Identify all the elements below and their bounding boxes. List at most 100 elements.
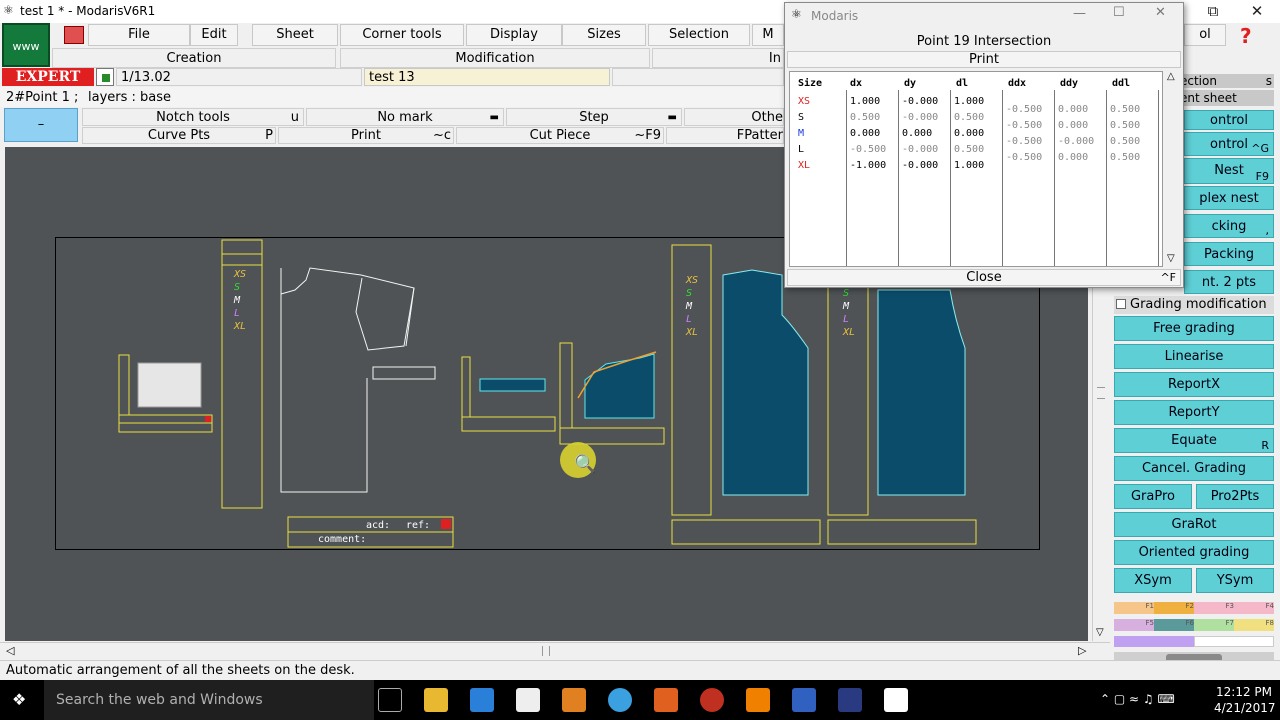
vlc-icon[interactable]	[746, 688, 770, 712]
table-cell: -0.500	[850, 144, 887, 155]
table-cell: -0.000	[902, 96, 939, 107]
grading-checkbox[interactable]	[1116, 299, 1126, 309]
right-top-item-6[interactable]: cking,	[1184, 214, 1274, 238]
f4-key[interactable]: F4	[1234, 602, 1274, 614]
browser-icon[interactable]	[608, 688, 632, 712]
right-top-item-7[interactable]: Packing	[1184, 242, 1274, 266]
linearise-button[interactable]: Linearise	[1114, 344, 1274, 369]
modaris-task-icon[interactable]	[792, 688, 816, 712]
col-ddx-header: ddx	[1008, 78, 1027, 89]
right-top-item-1[interactable]: ent sheet	[1180, 90, 1274, 106]
taskbar-search[interactable]: Search the web and Windows	[44, 680, 374, 720]
size-xl-label: XL	[234, 321, 247, 332]
scroll-right-icon[interactable]: ▷	[1078, 644, 1086, 657]
table-cell: -0.500	[1006, 120, 1043, 131]
col-dx-header: dx	[850, 78, 863, 89]
size-s-label: S	[843, 288, 850, 299]
f2-key[interactable]: F2	[1154, 602, 1194, 614]
scroll-thumb[interactable]	[1097, 387, 1105, 399]
media-player-icon[interactable]	[562, 688, 586, 712]
table-cell: 1.000	[954, 96, 985, 107]
dialog-header: Point 19 Intersection	[916, 34, 1052, 49]
button-label: ReportY	[1168, 405, 1220, 420]
table-cell: -0.500	[1006, 136, 1043, 147]
dy-column: -0.000 -0.000 0.000 -0.000 -0.000	[902, 94, 938, 174]
table-cell: 0.500	[1110, 136, 1141, 147]
store-icon[interactable]	[516, 688, 540, 712]
presentation-icon[interactable]	[700, 688, 724, 712]
grapro-button[interactable]: GraPro	[1114, 484, 1192, 509]
table-row-size[interactable]: XL	[798, 158, 810, 174]
table-row-size[interactable]: L	[798, 142, 810, 158]
oriented-grading-button[interactable]: Oriented grading	[1114, 540, 1274, 565]
right-top-item-8[interactable]: nt. 2 pts	[1184, 270, 1274, 294]
dialog-close-button[interactable]: Close ^F	[787, 269, 1181, 286]
windows-start-icon[interactable]: ❖	[12, 690, 32, 710]
right-top-item-3[interactable]: ontrol ^G	[1184, 132, 1274, 156]
item-key: ,	[1265, 224, 1270, 237]
file-explorer-icon[interactable]	[424, 688, 448, 712]
scroll-up-icon[interactable]: △	[1167, 71, 1175, 82]
scroll-down-icon[interactable]: ▽	[1167, 253, 1175, 264]
size-l-label: L	[686, 314, 693, 325]
edge-icon[interactable]	[470, 688, 494, 712]
item-key: F9	[1255, 170, 1269, 183]
tray-icons[interactable]: ⌃ ▢ ≈ ♫ ⌨	[1100, 692, 1175, 706]
clock[interactable]: 12:12 PM 4/21/2017	[1214, 684, 1276, 716]
right-top-item-2[interactable]: ontrol	[1184, 110, 1274, 130]
right-top-item-5[interactable]: plex nest	[1184, 186, 1274, 210]
color-bar-white[interactable]	[1194, 636, 1274, 647]
ysym-button[interactable]: YSym	[1196, 568, 1274, 593]
hscroll-thumb[interactable]	[542, 646, 550, 656]
table-row-size[interactable]: S	[798, 110, 810, 126]
col-dy-header: dy	[904, 78, 917, 89]
color-bar-purple[interactable]	[1114, 636, 1194, 647]
f5-key[interactable]: F5	[1114, 619, 1154, 631]
table-cell: 0.000	[954, 128, 985, 139]
f3-key[interactable]: F3	[1194, 602, 1234, 614]
dialog-scrollbar[interactable]: △ ▽	[1165, 71, 1181, 267]
f1-key[interactable]: F1	[1114, 602, 1154, 614]
pro2pts-button[interactable]: Pro2Pts	[1196, 484, 1274, 509]
right-top-item-0[interactable]: ection s	[1180, 74, 1274, 88]
grading-modification-row[interactable]: Grading modification	[1114, 296, 1274, 314]
table-row-size[interactable]: M	[798, 126, 810, 142]
piece-small-rect	[461, 356, 556, 432]
f8-key[interactable]: F8	[1234, 619, 1274, 631]
pdf-icon[interactable]	[654, 688, 678, 712]
minimize-icon[interactable]: —	[1073, 6, 1086, 21]
equate-button[interactable]: Equate R	[1114, 428, 1274, 453]
size-m-label: M	[686, 301, 693, 312]
table-cell: 1.000	[850, 96, 881, 107]
app-task-icon[interactable]	[838, 688, 862, 712]
task-view-icon[interactable]	[378, 688, 402, 712]
right-top-item-4[interactable]: Nest F9	[1184, 158, 1274, 184]
status-bar: Automatic arrangement of all the sheets …	[0, 660, 1280, 680]
grading-modification-label: Grading modification	[1130, 297, 1267, 312]
menu-tool[interactable]: ol	[1184, 24, 1226, 46]
free-grading-button[interactable]: Free grading	[1114, 316, 1274, 341]
scroll-left-icon[interactable]: ◁	[6, 644, 14, 657]
cancel-grading-button[interactable]: Cancel. Grading	[1114, 456, 1274, 481]
maximize-icon[interactable]: ☐	[1113, 5, 1125, 20]
table-row-size[interactable]: XS	[798, 94, 810, 110]
grarot-button[interactable]: GraRot	[1114, 512, 1274, 537]
table-cell: -0.500	[1006, 104, 1043, 115]
col-size-header: Size	[798, 78, 823, 89]
f7-key[interactable]: F7	[1194, 619, 1234, 631]
item-label: ontrol	[1210, 137, 1248, 152]
photos-icon[interactable]	[884, 688, 908, 712]
scroll-down-icon[interactable]: ▽	[1096, 627, 1104, 638]
col-ddl-header: ddl	[1112, 78, 1131, 89]
reporty-button[interactable]: ReportY	[1114, 400, 1274, 425]
dialog-close-icon[interactable]: ✕	[1155, 5, 1166, 20]
horizontal-scrollbar[interactable]: ◁ ▷	[0, 642, 1110, 658]
help-icon[interactable]: ?	[1240, 24, 1264, 48]
f6-key[interactable]: F6	[1154, 619, 1194, 631]
table-cell: 0.000	[1058, 120, 1089, 131]
dialog-print-button[interactable]: Print	[787, 51, 1181, 68]
close-window-icon[interactable]: ✕	[1234, 0, 1280, 23]
reportx-button[interactable]: ReportX	[1114, 372, 1274, 397]
restore-icon[interactable]: ⧉	[1190, 0, 1236, 23]
xsym-button[interactable]: XSym	[1114, 568, 1192, 593]
